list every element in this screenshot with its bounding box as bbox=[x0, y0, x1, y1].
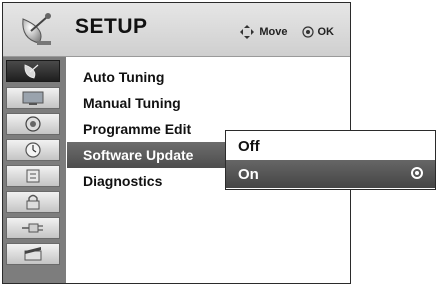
sidebar-item-time[interactable] bbox=[6, 139, 60, 161]
input-plug-icon bbox=[22, 223, 43, 233]
category-sidebar bbox=[3, 57, 66, 283]
menu-item-manual-tuning[interactable]: Manual Tuning bbox=[67, 90, 227, 116]
move-label: Move bbox=[259, 26, 288, 38]
sidebar-item-setup[interactable] bbox=[6, 60, 60, 82]
ok-label: OK bbox=[317, 26, 335, 38]
option-off[interactable]: Off bbox=[226, 132, 435, 160]
page-title: SETUP bbox=[75, 15, 148, 38]
satellite-dish-icon bbox=[24, 64, 39, 79]
menu-item-auto-tuning[interactable]: Auto Tuning bbox=[67, 64, 227, 90]
menu-header: SETUP Move OK bbox=[3, 3, 350, 57]
radio-selected-icon bbox=[411, 167, 423, 179]
menu-item-programme-edit[interactable]: Programme Edit bbox=[67, 116, 227, 142]
usb-movie-icon bbox=[24, 247, 42, 261]
sidebar-item-usb[interactable] bbox=[6, 243, 60, 265]
sidebar-item-lock[interactable] bbox=[6, 191, 60, 213]
sidebar-item-option[interactable] bbox=[6, 165, 60, 187]
speaker-icon bbox=[25, 116, 41, 132]
option-on[interactable]: On bbox=[226, 160, 435, 188]
sidebar-item-picture[interactable] bbox=[6, 87, 60, 109]
options-icon bbox=[26, 169, 40, 183]
ok-hint: OK bbox=[301, 26, 335, 38]
software-update-submenu: Off On bbox=[225, 130, 436, 190]
nav-hints: Move OK bbox=[239, 24, 334, 40]
sidebar-item-audio[interactable] bbox=[6, 113, 60, 135]
clock-icon bbox=[25, 142, 41, 158]
lock-icon bbox=[26, 194, 40, 210]
ok-circle-icon bbox=[301, 26, 314, 38]
satellite-dish-icon bbox=[22, 13, 51, 45]
move-hint: Move bbox=[239, 24, 288, 40]
menu-item-software-update[interactable]: Software Update bbox=[67, 142, 229, 168]
dpad-arrows-icon bbox=[240, 25, 255, 39]
option-on-label: On bbox=[238, 165, 259, 183]
tv-picture-icon bbox=[22, 91, 44, 105]
sidebar-item-input[interactable] bbox=[6, 217, 60, 239]
menu-item-diagnostics[interactable]: Diagnostics bbox=[67, 168, 227, 194]
